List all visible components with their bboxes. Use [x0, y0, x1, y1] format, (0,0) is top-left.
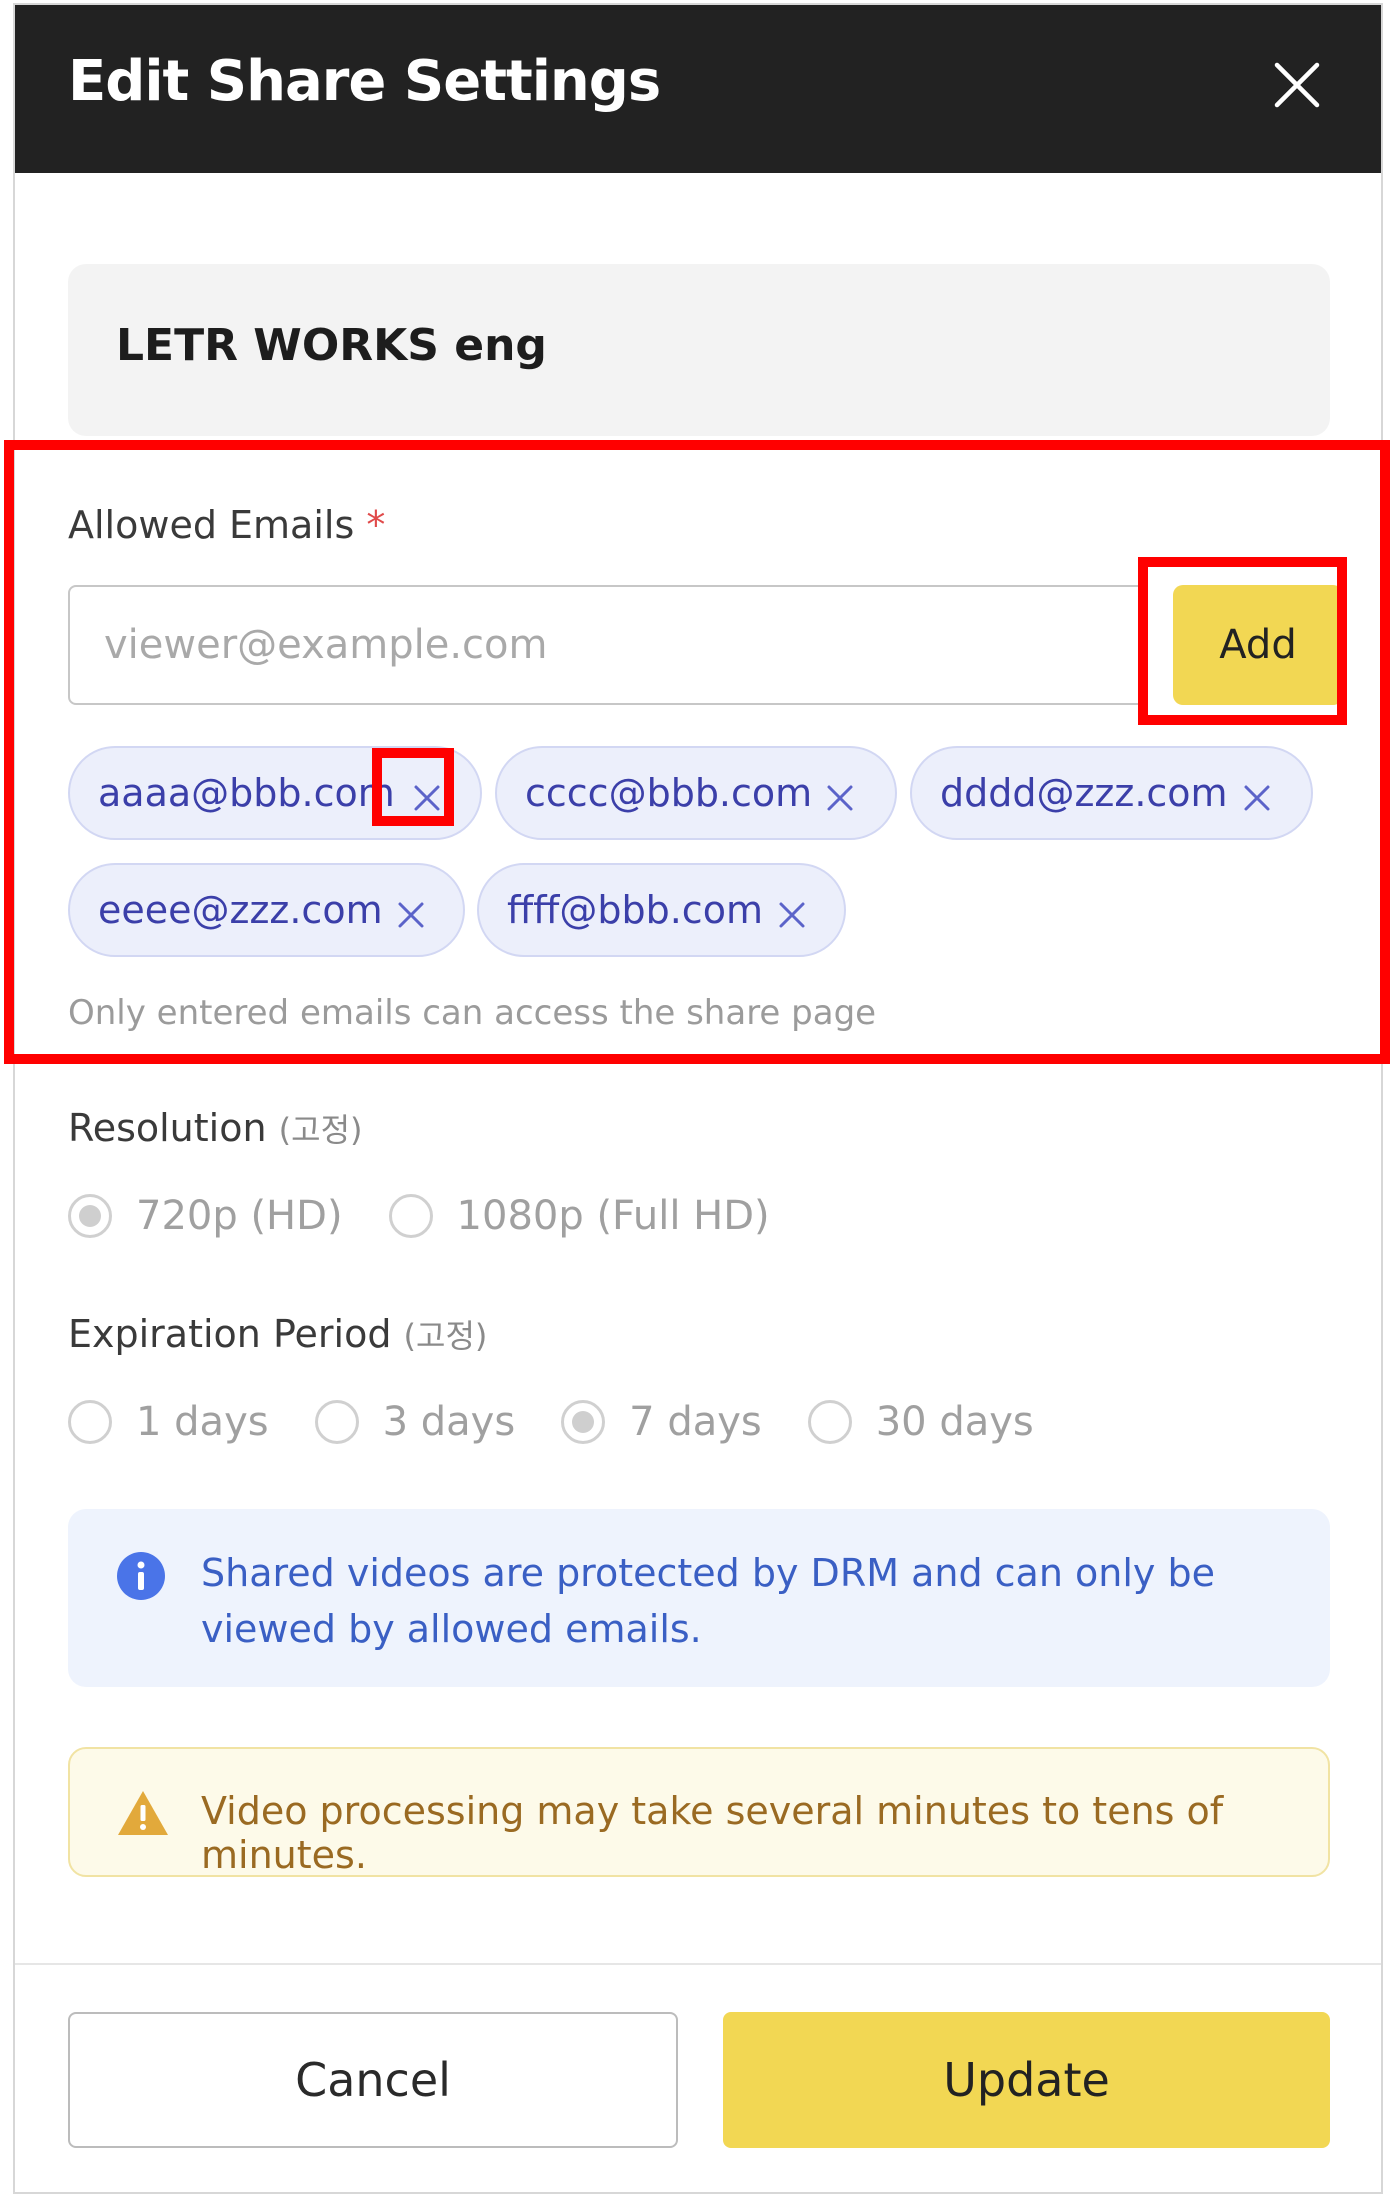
email-chip: aaaa@bbb.com — [68, 746, 482, 840]
email-chip-label: aaaa@bbb.com — [98, 771, 395, 815]
radio-1080p[interactable] — [388, 1194, 433, 1238]
expiration-label-text: Expiration Period — [68, 1312, 392, 1356]
email-chip-label: ffff@bbb.com — [507, 888, 763, 932]
radio-7-days-label: 7 days — [629, 1399, 762, 1445]
resolution-options: 720p (HD) 1080p (Full HD) — [68, 1193, 816, 1239]
radio-720p[interactable] — [68, 1194, 112, 1238]
remove-email-icon[interactable] — [1242, 778, 1272, 811]
email-chip: cccc@bbb.com — [495, 746, 897, 840]
project-name: LETR WORKS eng — [116, 320, 547, 371]
email-chip: ffff@bbb.com — [477, 863, 846, 957]
email-chip-label: eeee@zzz.com — [98, 888, 383, 932]
dialog-title: Edit Share Settings — [68, 49, 661, 114]
warning-icon — [118, 1791, 168, 1835]
required-asterisk: * — [366, 503, 386, 547]
close-icon[interactable] — [1269, 57, 1325, 113]
drm-info-box: Shared videos are protected by DRM and c… — [68, 1509, 1330, 1687]
radio-3-days[interactable] — [314, 1400, 359, 1444]
resolution-label: Resolution (고정) — [68, 1105, 363, 1151]
email-chip: eeee@zzz.com — [68, 863, 465, 957]
allowed-emails-label-text: Allowed Emails — [68, 503, 355, 547]
resolution-fixed-note: (고정) — [278, 1111, 363, 1149]
resolution-label-text: Resolution — [68, 1106, 267, 1150]
add-email-button[interactable]: Add — [1173, 585, 1343, 705]
email-input[interactable] — [68, 585, 1148, 705]
drm-info-text: Shared videos are protected by DRM and c… — [201, 1551, 1215, 1651]
radio-720p-label: 720p (HD) — [136, 1193, 343, 1239]
radio-30-days-label: 30 days — [875, 1399, 1034, 1445]
info-icon — [117, 1552, 165, 1600]
processing-warning-box: Video processing may take several minute… — [68, 1747, 1330, 1877]
radio-30-days[interactable] — [807, 1400, 852, 1444]
project-info-box: LETR WORKS eng — [68, 264, 1330, 436]
email-chip: dddd@zzz.com — [910, 746, 1313, 840]
remove-email-icon[interactable] — [396, 895, 426, 928]
cancel-button[interactable]: Cancel — [68, 2012, 678, 2148]
email-chip-label: cccc@bbb.com — [525, 771, 813, 815]
expiration-label: Expiration Period (고정) — [68, 1311, 487, 1357]
radio-1080p-label: 1080p (Full HD) — [456, 1193, 770, 1239]
radio-3-days-label: 3 days — [382, 1399, 516, 1445]
allowed-emails-label: Allowed Emails * — [68, 503, 385, 547]
footer-divider — [15, 1963, 1381, 1965]
email-chip-label: dddd@zzz.com — [940, 771, 1228, 815]
radio-1-days-label: 1 days — [136, 1399, 269, 1445]
remove-email-icon[interactable] — [825, 778, 855, 811]
update-button[interactable]: Update — [723, 2012, 1330, 2148]
radio-1-days[interactable] — [68, 1400, 112, 1444]
expiration-options: 1 days 3 days 7 days 30 days — [68, 1399, 1080, 1445]
dialog-header: Edit Share Settings — [15, 5, 1381, 173]
share-settings-dialog: Edit Share Settings LETR WORKS eng Allow… — [13, 3, 1383, 2194]
remove-email-icon[interactable] — [412, 778, 442, 811]
radio-7-days[interactable] — [561, 1400, 606, 1444]
expiration-fixed-note: (고정) — [403, 1317, 488, 1355]
remove-email-icon[interactable] — [777, 895, 807, 928]
processing-warning-text: Video processing may take several minute… — [201, 1789, 1224, 1877]
emails-helper-text: Only entered emails can access the share… — [68, 993, 877, 1033]
